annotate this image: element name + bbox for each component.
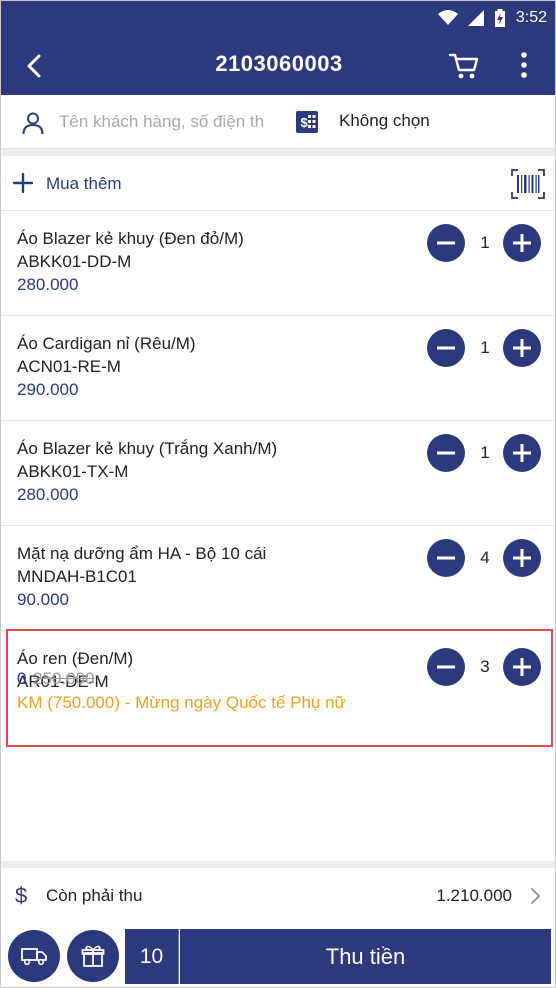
cart-button[interactable] — [447, 49, 481, 81]
minus-icon — [437, 556, 455, 560]
collect-payment-button[interactable]: Thu tiền — [180, 929, 551, 984]
item-code: ACN01-RE-M — [17, 357, 121, 376]
cart-icon — [448, 53, 479, 79]
decrease-qty-button[interactable] — [427, 434, 465, 472]
order-item[interactable]: Mặt nạ dưỡng ẩm HA - Bộ 10 cái MNDAH-B1C… — [1, 526, 555, 631]
barcode-scan-icon[interactable] — [511, 169, 545, 199]
remaining-value: 1.210.000 — [436, 886, 512, 905]
remaining-row[interactable]: $ Còn phải thu 1.210.000 — [1, 868, 555, 924]
minus-icon — [437, 241, 455, 245]
increase-qty-button[interactable] — [503, 329, 541, 367]
customer-row: $ Không chọn — [1, 95, 555, 149]
more-options-button[interactable] — [513, 49, 535, 81]
minus-icon — [437, 346, 455, 350]
app-header: 2103060003 — [1, 35, 555, 95]
order-item[interactable]: Áo Blazer kẻ khuy (Trắng Xanh/M) ABKK01-… — [1, 421, 555, 526]
item-name: Áo Blazer kẻ khuy (Trắng Xanh/M) — [17, 439, 278, 458]
decrease-qty-button[interactable] — [427, 224, 465, 262]
signal-icon — [467, 10, 484, 26]
more-vertical-icon — [521, 52, 527, 78]
plus-icon — [13, 173, 33, 193]
item-name: Áo Blazer kẻ khuy (Đen đỏ/M) — [17, 229, 244, 248]
item-qty: 1 — [480, 443, 490, 462]
svg-text:$: $ — [301, 115, 309, 130]
increase-qty-button[interactable] — [503, 224, 541, 262]
back-button[interactable] — [19, 51, 49, 81]
battery-icon — [494, 9, 505, 27]
bottom-action-bar: 10 Thu tiền — [1, 924, 555, 987]
plus-icon — [513, 549, 531, 567]
customer-search-input[interactable] — [59, 107, 281, 137]
item-code: ABKK01-TX-M — [17, 462, 129, 481]
price-list-icon: $ — [296, 111, 318, 133]
delivery-truck-icon — [21, 948, 47, 966]
order-item[interactable]: Áo Blazer kẻ khuy (Đen đỏ/M) ABKK01-DD-M… — [1, 211, 555, 316]
item-qty: 1 — [480, 338, 490, 357]
remaining-label: Còn phải thu — [46, 886, 143, 905]
item-price: 290.000 — [17, 380, 79, 399]
status-icons: 3:52 — [437, 7, 547, 29]
increase-qty-button[interactable] — [503, 539, 541, 577]
status-time: 3:52 — [515, 9, 547, 26]
order-screen: 3:52 2103060003 $ Không chọn — [0, 0, 556, 988]
section-divider — [1, 149, 555, 156]
item-code: ABKK01-DD-M — [17, 252, 132, 271]
wifi-icon — [437, 10, 458, 25]
order-item[interactable]: Áo Cardigan nỉ (Rêu/M) ACN01-RE-M 290.00… — [1, 316, 555, 421]
item-qty: 4 — [480, 548, 490, 567]
item-name: Áo Cardigan nỉ (Rêu/M) — [17, 334, 196, 353]
add-more-row[interactable]: Mua thêm — [1, 156, 555, 211]
item-price: 90.000 — [17, 590, 69, 609]
decrease-qty-button[interactable] — [427, 539, 465, 577]
add-more-label: Mua thêm — [46, 174, 122, 193]
decrease-qty-button[interactable] — [427, 329, 465, 367]
increase-qty-button[interactable] — [503, 434, 541, 472]
user-icon — [22, 112, 44, 135]
price-list-selector[interactable]: Không chọn — [339, 111, 430, 131]
chevron-right-icon — [531, 888, 541, 904]
item-price: 280.000 — [17, 485, 79, 504]
plus-icon — [513, 339, 531, 357]
item-price: 280.000 — [17, 275, 79, 294]
item-qty: 1 — [480, 233, 490, 252]
item-code: MNDAH-B1C01 — [17, 567, 137, 586]
highlight-box — [6, 629, 553, 747]
dollar-icon: $ — [15, 883, 28, 908]
delivery-button[interactable] — [8, 930, 60, 982]
back-arrow-icon — [27, 54, 41, 78]
status-bar: 3:52 — [1, 1, 555, 35]
gift-icon — [81, 945, 105, 967]
item-name: Mặt nạ dưỡng ẩm HA - Bộ 10 cái — [17, 544, 267, 563]
minus-icon — [437, 451, 455, 455]
plus-icon — [513, 234, 531, 252]
total-quantity: 10 — [125, 929, 179, 984]
gift-button[interactable] — [67, 930, 119, 982]
plus-icon — [513, 444, 531, 462]
section-divider — [1, 861, 555, 868]
